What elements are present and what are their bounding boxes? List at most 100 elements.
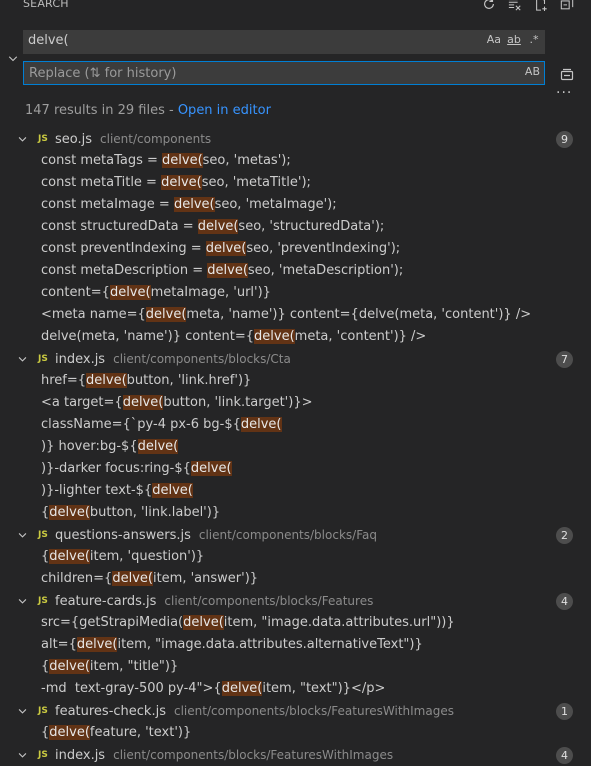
results-count: 147 results in 29 files - bbox=[25, 103, 178, 118]
match-highlight: delve( bbox=[205, 241, 247, 256]
match-highlight: delve( bbox=[197, 219, 239, 234]
match-prefix: -md text-gray-500 py-4">{ bbox=[41, 681, 222, 696]
match-row[interactable]: href={delve(button, 'link.href')} bbox=[0, 370, 591, 392]
match-highlight: delve( bbox=[162, 153, 203, 168]
match-suffix: seo, 'metaImage'); bbox=[214, 197, 337, 212]
match-row[interactable]: <meta name={delve(meta, 'name')} content… bbox=[0, 304, 591, 326]
match-row[interactable]: content={delve(metaImage, 'url')} bbox=[0, 282, 591, 304]
file-path: client/components/blocks/FeaturesWithIma… bbox=[113, 748, 394, 762]
match-highlight: delve( bbox=[109, 285, 151, 300]
file-row[interactable]: JS index.js client/components/blocks/Featu… bbox=[0, 744, 591, 766]
match-row[interactable]: className={`py-4 px-6 bg-${delve( bbox=[0, 414, 591, 436]
javascript-file-icon: JS bbox=[38, 706, 48, 716]
results-summary: 147 results in 29 files - Open in editor bbox=[25, 103, 271, 118]
chevron-down-icon[interactable] bbox=[15, 590, 29, 612]
search-value: delve( bbox=[28, 33, 69, 48]
match-prefix: const metaDescription = bbox=[41, 263, 208, 278]
more-options-icon[interactable]: ··· bbox=[556, 85, 572, 101]
match-suffix: button, 'link.href')} bbox=[126, 373, 252, 388]
file-row[interactable]: JS feature-cards.js client/components/bloc… bbox=[0, 590, 591, 612]
file-row[interactable]: JS index.js client/components/blocks/Cta 7 bbox=[0, 348, 591, 370]
match-highlight: delve( bbox=[49, 549, 90, 564]
match-suffix: button, 'link.label')} bbox=[89, 505, 221, 520]
match-prefix: const metaTitle = bbox=[41, 175, 162, 190]
match-row[interactable]: {delve(item, 'question')} bbox=[0, 546, 591, 568]
match-highlight: delve( bbox=[190, 461, 232, 476]
match-row[interactable]: -md text-gray-500 py-4">{delve(item, "te… bbox=[0, 678, 591, 700]
search-input[interactable]: delve( Aa ab .* bbox=[23, 30, 545, 54]
match-row[interactable]: const metaTags = delve(seo, 'metas'); bbox=[0, 150, 591, 172]
chevron-down-icon[interactable] bbox=[15, 348, 29, 370]
match-row[interactable]: {delve(button, 'link.label')} bbox=[0, 502, 591, 524]
match-prefix: )}-lighter text-${ bbox=[41, 483, 153, 498]
preserve-case-toggle[interactable]: AB bbox=[525, 65, 540, 78]
match-row[interactable]: const preventIndexing = delve(seo, 'prev… bbox=[0, 238, 591, 260]
chevron-down-icon[interactable] bbox=[15, 128, 29, 150]
file-path: client/components/blocks/FeaturesWithIma… bbox=[173, 704, 454, 718]
match-row[interactable]: const metaTitle = delve(seo, 'metaTitle'… bbox=[0, 172, 591, 194]
match-count-badge: 7 bbox=[556, 351, 573, 368]
match-row[interactable]: {delve(feature, 'text')} bbox=[0, 722, 591, 744]
chevron-down-icon[interactable] bbox=[15, 524, 29, 546]
match-row[interactable]: const metaDescription = delve(seo, 'meta… bbox=[0, 260, 591, 282]
match-prefix: const metaImage = bbox=[41, 197, 174, 212]
match-suffix: item, "title")} bbox=[89, 659, 179, 674]
match-prefix: className={`py-4 px-6 bg-${ bbox=[41, 417, 241, 432]
match-count-badge: 9 bbox=[556, 131, 573, 148]
match-row[interactable]: )}-lighter text-${delve( bbox=[0, 480, 591, 502]
match-suffix: metaImage, 'url')} bbox=[150, 285, 271, 300]
javascript-file-icon: JS bbox=[38, 134, 48, 144]
match-prefix: href={ bbox=[41, 373, 87, 388]
match-suffix: seo, 'metaTitle'); bbox=[201, 175, 311, 190]
file-name: features-check.js client/components/block… bbox=[55, 704, 454, 719]
collapse-all-icon[interactable] bbox=[559, 0, 575, 12]
match-suffix: seo, 'preventIndexing'); bbox=[246, 241, 401, 256]
refresh-icon[interactable] bbox=[481, 0, 497, 12]
file-name: index.js client/components/blocks/Feature… bbox=[55, 748, 394, 763]
match-prefix: )}-darker focus:ring-${ bbox=[41, 461, 191, 476]
chevron-down-icon[interactable] bbox=[15, 700, 29, 722]
match-prefix: const metaTags = bbox=[41, 153, 163, 168]
match-row[interactable]: src={getStrapiMedia(delve(item, "image.d… bbox=[0, 612, 591, 634]
match-row[interactable]: <a target={delve(button, 'link.target')}… bbox=[0, 392, 591, 414]
match-prefix: const structuredData = bbox=[41, 219, 198, 234]
javascript-file-icon: JS bbox=[38, 596, 48, 606]
match-row[interactable]: {delve(item, "title")} bbox=[0, 656, 591, 678]
match-row[interactable]: )}-darker focus:ring-${delve( bbox=[0, 458, 591, 480]
match-row[interactable]: const metaImage = delve(seo, 'metaImage'… bbox=[0, 194, 591, 216]
file-row[interactable]: JS questions-answers.js client/components/… bbox=[0, 524, 591, 546]
match-row[interactable]: )} hover:bg-${delve( bbox=[0, 436, 591, 458]
match-whole-word-toggle[interactable]: ab bbox=[507, 33, 521, 46]
javascript-file-icon: JS bbox=[38, 530, 48, 540]
toggle-replace-chevron-icon[interactable] bbox=[6, 52, 20, 66]
replace-placeholder: Replace (⇅ for history) bbox=[29, 66, 177, 81]
match-suffix: meta, 'content')} /> bbox=[294, 329, 427, 344]
file-name: seo.js client/components bbox=[55, 132, 212, 147]
match-prefix: src={getStrapiMedia( bbox=[41, 615, 184, 630]
use-regex-toggle[interactable]: .* bbox=[527, 33, 541, 46]
match-row[interactable]: children={delve(item, 'answer')} bbox=[0, 568, 591, 590]
chevron-down-icon[interactable] bbox=[15, 744, 29, 766]
clear-results-icon[interactable] bbox=[507, 0, 523, 12]
file-name: feature-cards.js client/components/blocks… bbox=[55, 594, 374, 609]
match-highlight: delve( bbox=[49, 505, 90, 520]
new-search-editor-icon[interactable] bbox=[533, 0, 549, 12]
match-row[interactable]: const structuredData = delve(seo, 'struc… bbox=[0, 216, 591, 238]
match-case-toggle[interactable]: Aa bbox=[487, 33, 501, 46]
match-highlight: delve( bbox=[173, 197, 215, 212]
match-highlight: delve( bbox=[161, 175, 202, 190]
file-row[interactable]: JS seo.js client/components 9 bbox=[0, 128, 591, 150]
match-suffix: button, 'link.target')}> bbox=[163, 395, 313, 410]
replace-all-icon[interactable] bbox=[559, 66, 575, 82]
match-highlight: delve( bbox=[145, 307, 187, 322]
match-highlight: delve( bbox=[183, 615, 224, 630]
match-row[interactable]: alt={delve(item, "image.data.attributes.… bbox=[0, 634, 591, 656]
match-suffix: feature, 'text')} bbox=[89, 725, 192, 740]
match-prefix: const preventIndexing = bbox=[41, 241, 206, 256]
replace-input[interactable]: Replace (⇅ for history) AB bbox=[23, 61, 545, 85]
file-row[interactable]: JS features-check.js client/components/blo… bbox=[0, 700, 591, 722]
match-row[interactable]: delve(meta, 'name')} content={delve(meta… bbox=[0, 326, 591, 348]
open-in-editor-link[interactable]: Open in editor bbox=[178, 103, 271, 118]
match-suffix: seo, 'metaDescription'); bbox=[247, 263, 404, 278]
match-count-badge: 4 bbox=[556, 593, 573, 610]
